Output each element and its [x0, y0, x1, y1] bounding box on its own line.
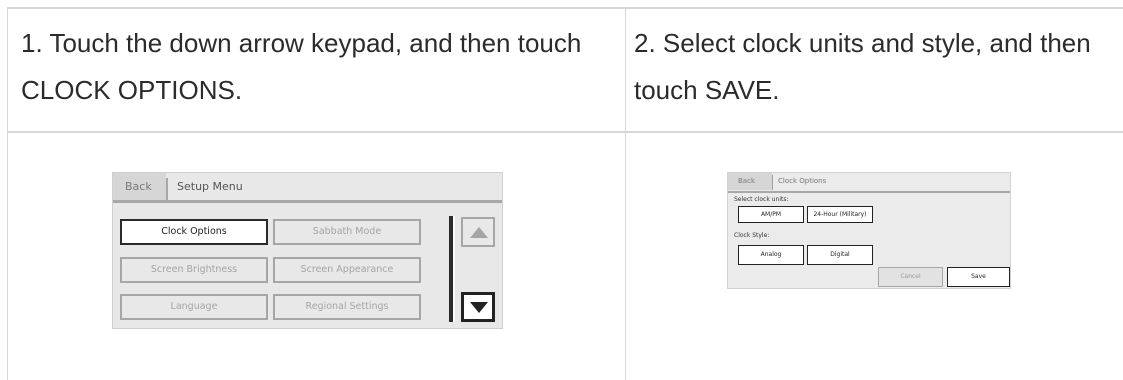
scroll-up-button[interactable]	[461, 217, 495, 247]
column-divider	[625, 9, 626, 380]
clock-options-screen: Back Clock Options Select clock units: A…	[727, 172, 1011, 289]
digital-button[interactable]: Digital	[807, 245, 873, 265]
am-pm-button[interactable]: AM/PM	[738, 206, 804, 223]
back-button[interactable]: Back	[728, 173, 772, 190]
clock-units-label: Select clock units:	[734, 196, 789, 203]
scrollbar[interactable]	[449, 216, 455, 322]
regional-settings-button[interactable]: Regional Settings	[273, 294, 421, 320]
step-2-instruction: 2. Select clock units and style, and the…	[634, 28, 1091, 105]
clock-options-button[interactable]: Clock Options	[120, 219, 268, 245]
save-button[interactable]: Save	[947, 267, 1010, 287]
analog-button[interactable]: Analog	[738, 245, 804, 265]
screen-title: Clock Options	[778, 177, 827, 185]
setup-menu-header: Back Setup Menu	[113, 173, 502, 200]
header-rule	[728, 191, 1010, 193]
24-hour-button[interactable]: 24-Hour (Military)	[807, 206, 873, 223]
cancel-button[interactable]: Cancel	[878, 267, 943, 287]
triangle-up-icon	[470, 227, 488, 238]
header-separator	[772, 175, 773, 190]
header-separator	[166, 178, 168, 200]
scroll-down-button[interactable]	[461, 292, 495, 322]
clock-style-label: Clock Style:	[734, 232, 770, 239]
step-1-instruction: 1. Touch the down arrow keypad, and then…	[21, 28, 582, 105]
back-button[interactable]: Back	[113, 173, 166, 200]
triangle-down-icon	[470, 302, 488, 313]
screen-title: Setup Menu	[177, 180, 243, 193]
screen-appearance-button[interactable]: Screen Appearance	[273, 257, 421, 283]
screen-brightness-button[interactable]: Screen Brightness	[120, 257, 268, 283]
header-rule	[113, 200, 502, 203]
language-button[interactable]: Language	[120, 294, 268, 320]
setup-menu-screen: Back Setup Menu Clock Options Sabbath Mo…	[112, 172, 503, 329]
sabbath-mode-button[interactable]: Sabbath Mode	[273, 219, 421, 245]
row-divider	[8, 131, 1123, 133]
